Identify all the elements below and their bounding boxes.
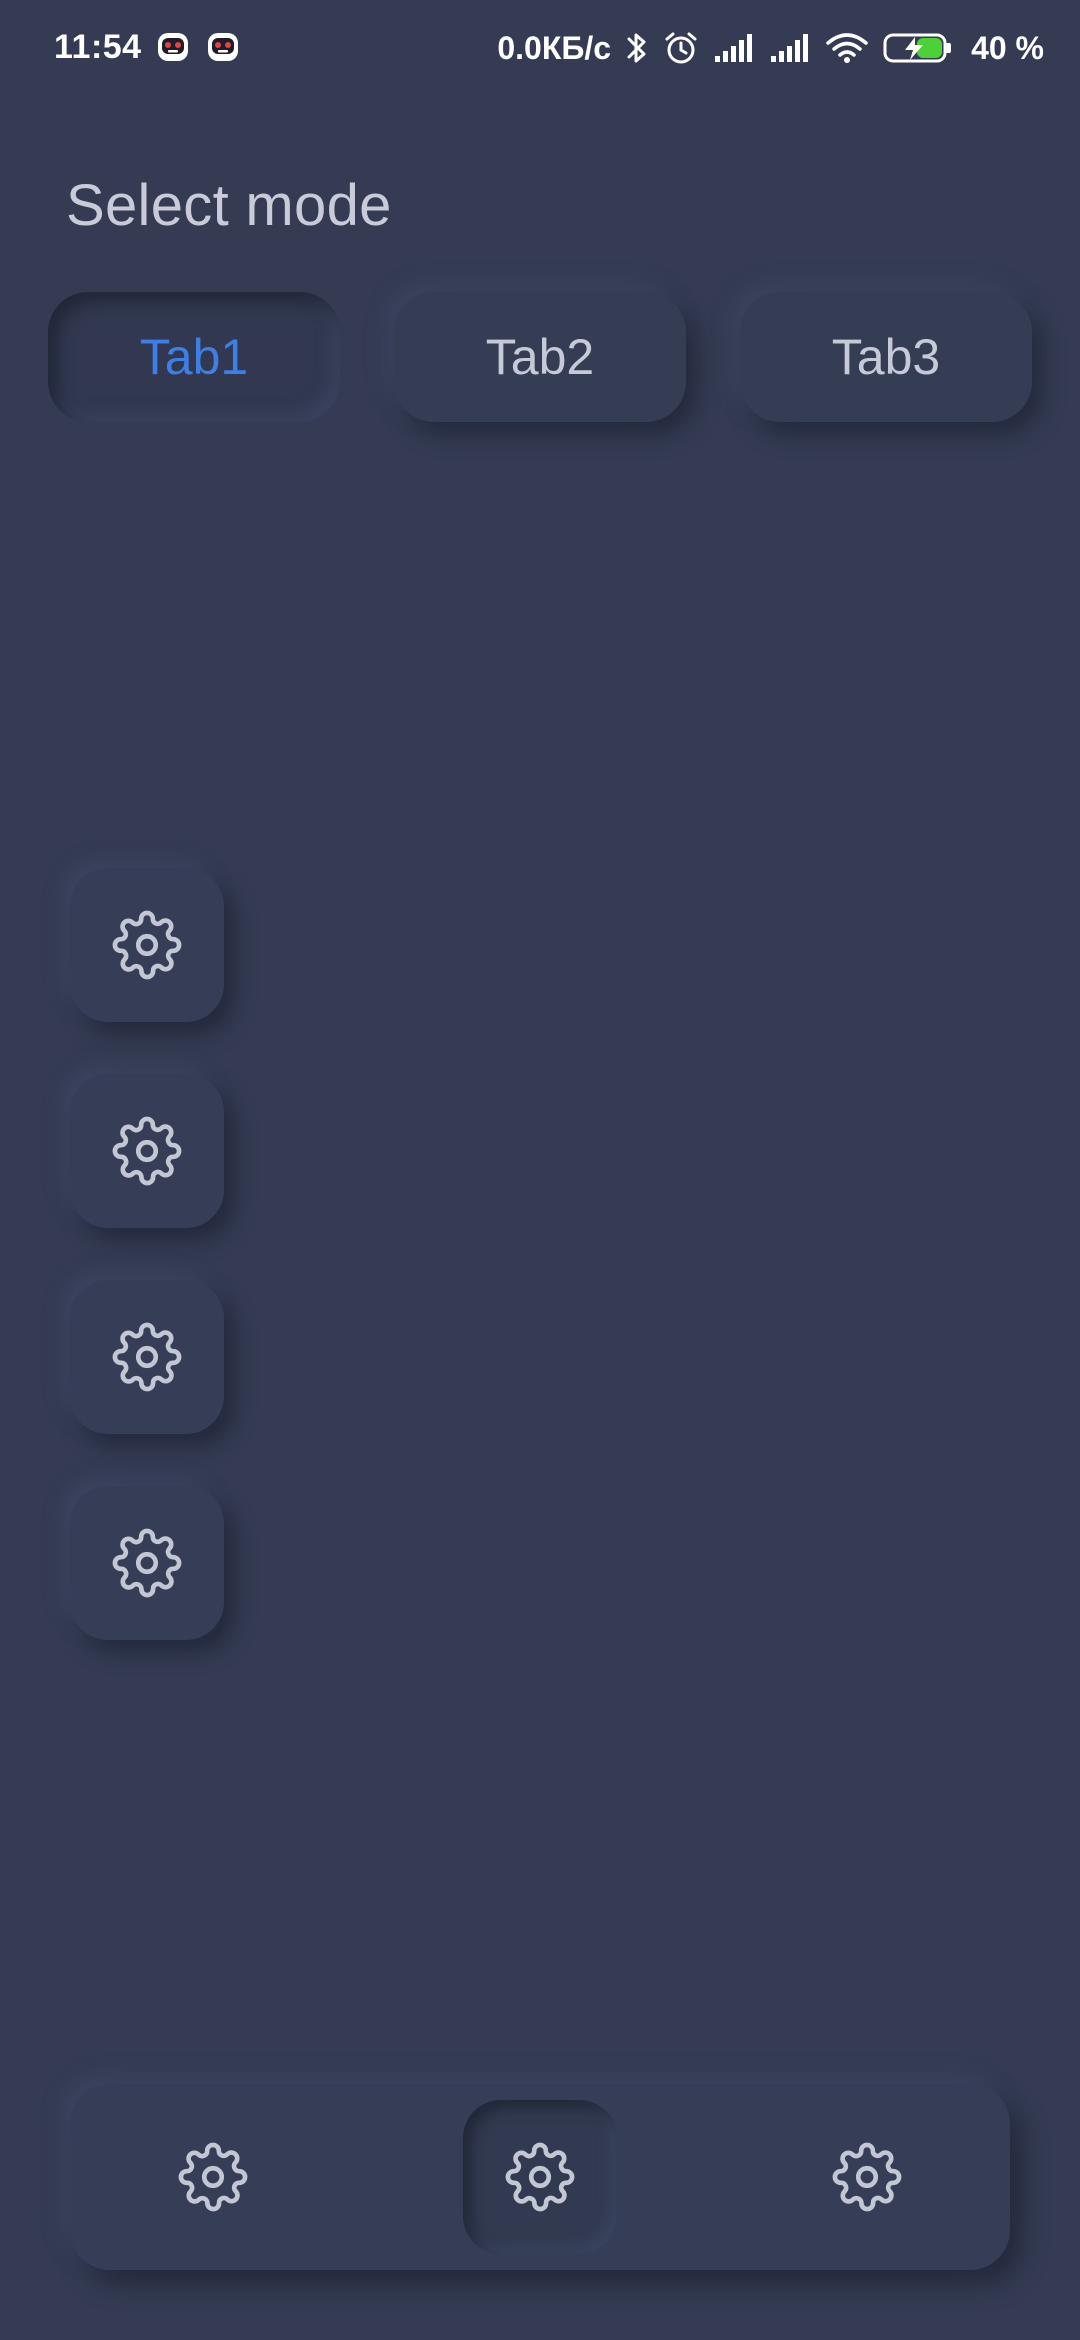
gear-icon [112, 1322, 182, 1392]
settings-button-4[interactable] [70, 1486, 224, 1640]
tab-2[interactable]: Tab2 [394, 292, 686, 422]
tab-label: Tab2 [485, 329, 595, 385]
gear-icon [112, 1528, 182, 1598]
settings-button-3[interactable] [70, 1280, 224, 1434]
status-bar: 11:54 0.0КБ/с 40 % [0, 0, 1080, 96]
signal-icon [771, 34, 809, 62]
gear-icon [832, 2142, 902, 2212]
bottom-nav [70, 2084, 1010, 2270]
tab-3[interactable]: Tab3 [740, 292, 1032, 422]
tab-1[interactable]: Tab1 [48, 292, 340, 422]
bluetooth-icon [627, 33, 646, 63]
tab-label: Tab1 [139, 329, 249, 385]
status-time: 11:54 [54, 28, 142, 66]
app-mascot-icon [158, 33, 188, 61]
alarm-icon [665, 32, 697, 64]
bottom-nav-item-2[interactable] [463, 2100, 617, 2254]
battery-percent: 40 % [971, 29, 1044, 66]
bottom-nav-item-3[interactable] [790, 2100, 944, 2254]
signal-icon [715, 34, 753, 62]
battery-charging-icon [883, 33, 952, 63]
settings-button-2[interactable] [70, 1074, 224, 1228]
wifi-icon [826, 33, 868, 63]
gear-icon [112, 910, 182, 980]
screen: 11:54 0.0КБ/с 40 % Select mode Tab1 Tab2… [0, 0, 1080, 2340]
bottom-nav-item-1[interactable] [136, 2100, 290, 2254]
status-right-group: 0.0КБ/с 40 % [497, 24, 1044, 72]
settings-button-1[interactable] [70, 868, 224, 1022]
net-speed: 0.0КБ/с [497, 29, 612, 66]
gear-icon [112, 1116, 182, 1186]
gear-icon [505, 2142, 575, 2212]
gear-icon [178, 2142, 248, 2212]
page-title: Select mode [66, 173, 392, 238]
tab-label: Tab3 [831, 329, 941, 385]
app-mascot-icon [208, 33, 238, 61]
